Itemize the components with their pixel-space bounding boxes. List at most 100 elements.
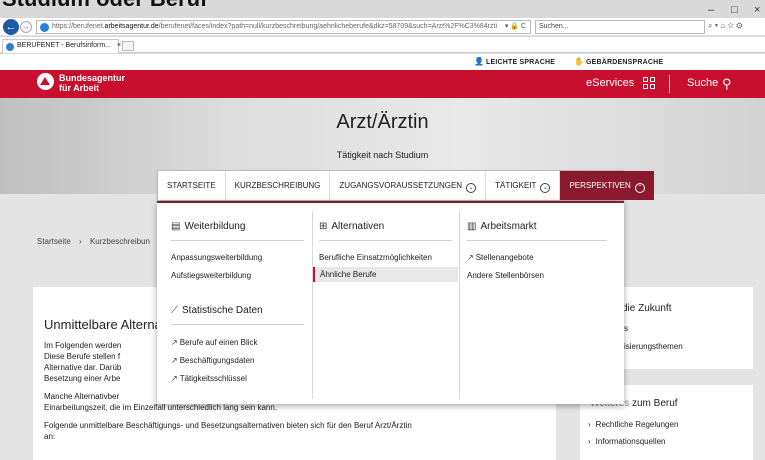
search-link[interactable]: Suche [687, 77, 718, 89]
sign-language-icon: ✋ [574, 57, 585, 66]
aufstiegsweiterbildung-link[interactable]: Aufstiegsweiterbildung [171, 271, 251, 280]
alternativen-heading: ⊞ Alternativen [319, 221, 384, 232]
gebaerdensprache-link[interactable]: ✋ GEBÄRDENSPRACHE [574, 57, 663, 66]
chevron-down-icon: ⌄ [466, 183, 477, 193]
leichte-sprache-link[interactable]: 👤 LEICHTE SPRACHE [474, 57, 555, 66]
browser-search-input[interactable]: Suchen... [535, 20, 705, 34]
browser-tab-row: BERUFENET - Berufsinform... × [0, 37, 765, 53]
ba-logo-icon[interactable] [37, 73, 54, 90]
chevron-up-icon: ⌃ [634, 183, 645, 193]
site-favicon-icon [40, 23, 49, 32]
link-label: Berufe auf einen Blick [179, 338, 258, 347]
statistik-heading: ⟋ Statistische Daten [171, 305, 263, 316]
search-icon[interactable]: ⚲ [722, 76, 732, 92]
brand-line-2: für Arbeit [59, 83, 100, 93]
heading-label: Arbeitsmarkt [480, 221, 537, 232]
rechtliche-regelungen-link[interactable]: › Rechtliche Regelungen [588, 420, 678, 429]
forward-button[interactable]: → [20, 21, 32, 33]
tab-perspektiven[interactable]: PERSPEKTIVEN ⌃ [560, 171, 654, 200]
link-label: Tätigkeitsschlüssel [179, 374, 247, 383]
future-heading: die Zukunft [622, 303, 672, 314]
andere-stellenboersen-link[interactable]: Andere Stellenbörsen [467, 271, 544, 280]
heading-rule [319, 240, 452, 241]
more-heading: zum Beruf [632, 398, 678, 409]
page-title: Arzt/Ärztin [336, 111, 429, 133]
external-link-icon: ↗ [467, 253, 474, 262]
bar-chart-icon: ▥ [467, 221, 477, 232]
perspektiven-dropdown: ▤ Weiterbildung Anpassungsweiterbildung A… [157, 201, 624, 404]
easy-language-icon: 👤 [474, 57, 485, 66]
back-button[interactable]: ← [3, 19, 19, 35]
future-item[interactable]: isierungsthemen [624, 342, 683, 351]
link-label: Rechtliche Regelungen [595, 420, 679, 429]
tab-label: PERSPEKTIVEN [569, 181, 631, 190]
heading-rule [171, 324, 304, 325]
tab-startseite[interactable]: STARTSEITE [158, 171, 226, 200]
paragraph-line: Manche Alternativber [44, 392, 120, 401]
stellenangebote-link[interactable]: ↗ Stellenangebote [467, 253, 534, 262]
main-navigation: STARTSEITE KURZBESCHREIBUNG ZUGANGSVORAU… [157, 170, 654, 201]
column-divider [459, 211, 460, 399]
close-window-button[interactable]: × [754, 4, 760, 16]
browser-tab[interactable]: BERUFENET - Berufsinform... × [2, 39, 121, 53]
column-divider [312, 211, 313, 399]
tab-label: BERUFENET - Berufsinform... [17, 42, 112, 49]
tab-kurzbeschreibung[interactable]: KURZBESCHREIBUNG [226, 171, 331, 200]
tab-zugangsvoraussetzungen[interactable]: ZUGANGSVORAUSSETZUNGEN ⌄ [330, 171, 487, 200]
page-subtitle: Tätigkeit nach Studium [336, 150, 429, 160]
chevron-right-icon: › [588, 437, 591, 446]
gebaerdensprache-label: GEBÄRDENSPRACHE [586, 59, 664, 66]
paragraph-line: Folgende unmittelbare Beschäftigungs- un… [44, 421, 412, 430]
anpassungsweiterbildung-link[interactable]: Anpassungsweiterbildung [171, 253, 262, 262]
future-item[interactable]: s [624, 324, 628, 333]
paragraph-line: Diese Berufe stellen f [44, 352, 121, 361]
breadcrumb: Startseite › Kurzbeschreibun [37, 237, 150, 246]
aehnliche-berufe-link[interactable]: Ähnliche Berufe [313, 267, 458, 282]
url-path: /berufenet/faces/index?path=null/kurzbes… [158, 23, 498, 30]
new-tab-button[interactable] [122, 41, 134, 51]
url-field[interactable]: https://berufenet.arbeitsagentur.de/beru… [36, 20, 531, 34]
chevron-down-icon: ⌄ [540, 183, 551, 193]
browser-toolbar-icons[interactable]: ⌕ ▾ ⌂ ☆ ⚙ [708, 21, 743, 31]
brand-line-1: Bundesagentur [59, 73, 126, 83]
sitemap-icon: ⊞ [319, 221, 328, 232]
breadcrumb-separator-icon: › [79, 237, 82, 246]
accessibility-bar: 👤 LEICHTE SPRACHE ✋ GEBÄRDENSPRACHE [0, 54, 765, 70]
eservices-link[interactable]: eServices [586, 77, 634, 89]
berufe-auf-einen-blick-link[interactable]: ↗ Berufe auf einen Blick [171, 338, 258, 347]
taetigkeitsschluessel-link[interactable]: ↗ Tätigkeitsschlüssel [171, 374, 247, 383]
beschaeftigungsdaten-link[interactable]: ↗ Beschäftigungsdaten [171, 356, 254, 365]
leichte-sprache-label: LEICHTE SPRACHE [486, 59, 556, 66]
url-tools-icons[interactable]: ▾ 🔒 C [505, 21, 526, 33]
page-heading-cut: Studium oder Beruf [2, 0, 207, 12]
breadcrumb-current[interactable]: Kurzbeschreibun [90, 237, 150, 246]
url-prefix: https://berufenet. [52, 23, 105, 30]
browser-address-bar: ← → https://berufenet.arbeitsagentur.de/… [0, 4, 765, 36]
berufliche-einsatzmoeglichkeiten-link[interactable]: Berufliche Einsatzmöglichkeiten [319, 253, 432, 262]
link-label: Beschäftigungsdaten [179, 356, 255, 365]
tab-taetigkeit[interactable]: TÄTIGKEIT ⌄ [486, 171, 561, 200]
header-divider [669, 75, 670, 93]
weiterbildung-heading: ▤ Weiterbildung [171, 221, 245, 232]
link-label: Informationsquellen [595, 437, 666, 446]
chevron-right-icon: › [588, 420, 591, 429]
site-header: Bundesagentur für Arbeit eServices Suche… [0, 70, 765, 98]
tab-close-icon[interactable]: × [117, 42, 121, 49]
tab-label: TÄTIGKEIT [495, 181, 537, 190]
tab-label: ZUGANGSVORAUSSETZUNGEN [339, 181, 463, 190]
document-icon: ▤ [171, 221, 181, 232]
maximize-button[interactable]: □ [731, 4, 738, 16]
minimize-button[interactable]: – [708, 4, 714, 16]
informationsquellen-link[interactable]: › Informationsquellen [588, 437, 666, 446]
heading-label: Statistische Daten [182, 305, 263, 316]
paragraph-line: an: [44, 432, 56, 441]
grid-icon[interactable] [643, 77, 656, 90]
tab-favicon-icon [6, 43, 14, 51]
external-link-icon: ↗ [171, 374, 178, 383]
brand-name[interactable]: Bundesagentur für Arbeit [59, 73, 125, 93]
breadcrumb-home[interactable]: Startseite [37, 237, 71, 246]
paragraph-line: Besetzung einer Arbe [44, 374, 121, 383]
link-label: Stellenangebote [475, 253, 534, 262]
heading-label: Alternativen [331, 221, 385, 232]
external-link-icon: ↗ [171, 356, 178, 365]
